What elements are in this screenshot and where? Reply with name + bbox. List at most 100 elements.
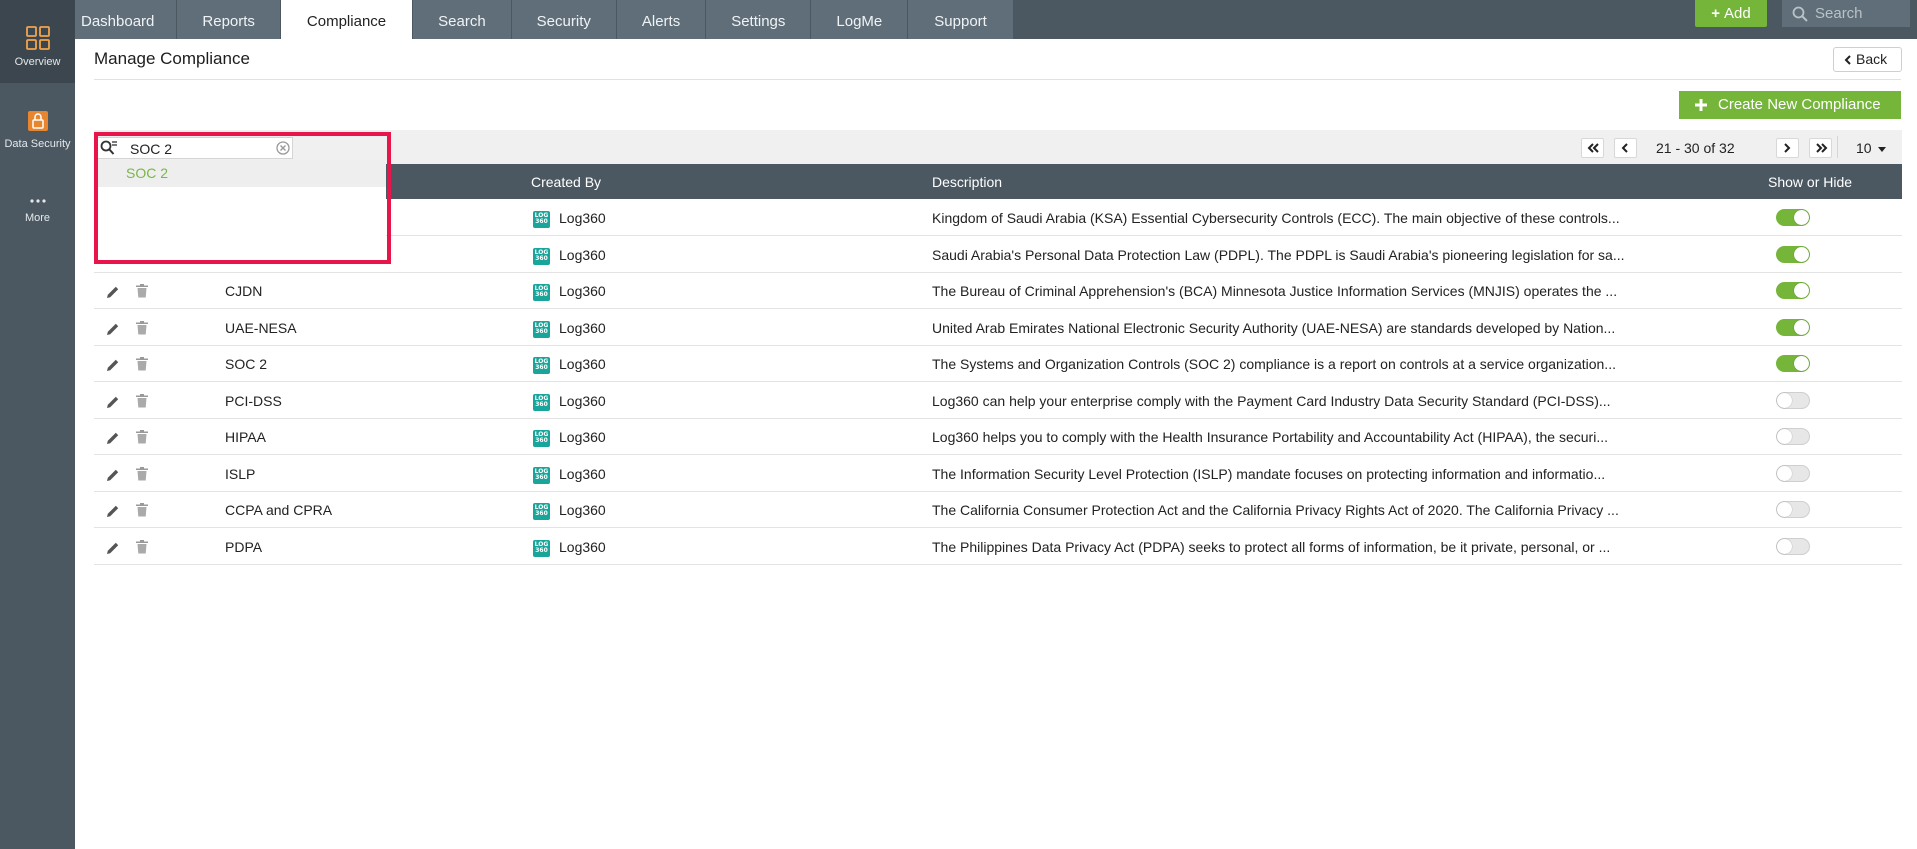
delete-icon[interactable] — [136, 540, 148, 554]
add-button[interactable]: + Add — [1695, 0, 1767, 27]
table-row: HIPAA LOG 360 Log360 Log360 helps you to com… — [94, 419, 1902, 455]
top-nav-bar: Dashboard Reports Compliance Search Secu… — [75, 0, 1917, 39]
log360-logo-icon: LOG 360 — [533, 211, 550, 228]
tab-alerts[interactable]: Alerts — [616, 0, 707, 39]
delete-icon[interactable] — [136, 357, 148, 371]
compliance-description: Log360 helps you to comply with the Heal… — [932, 429, 1608, 445]
compliance-description: The Bureau of Criminal Apprehension's (B… — [932, 283, 1618, 299]
created-by: Log360 — [559, 502, 606, 518]
created-by: Log360 — [559, 283, 606, 299]
add-button-label: Add — [1724, 5, 1751, 22]
delete-icon[interactable] — [136, 394, 148, 408]
compliance-name[interactable]: CCPA and CPRA — [225, 502, 332, 518]
highlight-box — [94, 132, 391, 264]
tab-compliance[interactable]: Compliance — [280, 0, 414, 39]
page-size-select[interactable]: 10 — [1856, 140, 1887, 156]
tab-dashboard[interactable]: Dashboard — [75, 0, 178, 39]
edit-icon[interactable] — [106, 358, 120, 372]
tab-reports[interactable]: Reports — [177, 0, 281, 39]
compliance-name[interactable]: UAE-NESA — [225, 320, 297, 336]
show-hide-toggle[interactable] — [1776, 246, 1810, 263]
previous-page-button[interactable] — [1614, 138, 1637, 158]
compliance-description: The California Consumer Protection Act a… — [932, 502, 1619, 518]
back-button-label: Back — [1856, 51, 1888, 67]
tab-security[interactable]: Security — [511, 0, 617, 39]
column-header-created-by[interactable]: Created By — [531, 174, 601, 190]
plus-icon: + — [1711, 5, 1721, 22]
created-by: Log360 — [559, 210, 606, 226]
tab-logme[interactable]: LogMe — [811, 0, 909, 39]
compliance-name[interactable]: SOC 2 — [225, 356, 267, 372]
edit-icon[interactable] — [106, 504, 120, 518]
compliance-description: The Systems and Organization Controls (S… — [932, 356, 1616, 372]
compliance-description: United Arab Emirates National Electronic… — [932, 320, 1616, 336]
tab-settings[interactable]: Settings — [706, 0, 812, 39]
tab-support[interactable]: Support — [908, 0, 1014, 39]
show-hide-toggle[interactable] — [1776, 501, 1810, 518]
data-security-icon — [27, 111, 48, 131]
show-hide-toggle[interactable] — [1776, 282, 1810, 299]
chevron-left-icon — [1844, 55, 1851, 65]
show-hide-toggle[interactable] — [1776, 392, 1810, 409]
compliance-name[interactable]: CJDN — [225, 283, 262, 299]
show-hide-toggle[interactable] — [1776, 355, 1810, 372]
delete-icon[interactable] — [136, 284, 148, 298]
search-icon — [1792, 6, 1808, 22]
compliance-name[interactable]: ISLP — [225, 466, 255, 482]
created-by: Log360 — [559, 429, 606, 445]
tab-search[interactable]: Search — [413, 0, 512, 39]
edit-icon[interactable] — [106, 395, 120, 409]
show-hide-toggle[interactable] — [1776, 465, 1810, 482]
global-search-input[interactable]: Search — [1782, 0, 1910, 27]
rail-item-more[interactable]: More — [0, 196, 75, 236]
delete-icon[interactable] — [136, 321, 148, 335]
compliance-name[interactable]: PCI-DSS — [225, 393, 282, 409]
next-page-button[interactable] — [1776, 138, 1799, 158]
log360-logo-icon: LOG 360 — [533, 357, 550, 374]
caret-down-icon — [1878, 146, 1887, 152]
back-button[interactable]: Back — [1833, 47, 1902, 72]
log360-logo-icon: LOG 360 — [533, 321, 550, 338]
last-page-button[interactable] — [1809, 138, 1832, 158]
show-hide-toggle[interactable] — [1776, 319, 1810, 336]
edit-icon[interactable] — [106, 541, 120, 555]
compliance-description: Kingdom of Saudi Arabia (KSA) Essential … — [932, 210, 1620, 226]
compliance-name[interactable]: HIPAA — [225, 429, 266, 445]
create-button-label: Create New Compliance — [1718, 96, 1881, 113]
rail-label-more: More — [24, 212, 51, 224]
create-new-compliance-button[interactable]: Create New Compliance — [1679, 91, 1901, 119]
show-hide-toggle[interactable] — [1776, 538, 1810, 555]
show-hide-toggle[interactable] — [1776, 428, 1810, 445]
log360-logo-icon: LOG 360 — [533, 394, 550, 411]
column-header-description[interactable]: Description — [932, 174, 1002, 190]
left-rail: Overview Data Security More — [0, 0, 75, 849]
table-row: PCI-DSS LOG 360 Log360 Log360 can help your … — [94, 383, 1902, 419]
toggle-knob — [1794, 283, 1809, 298]
toggle-knob — [1794, 210, 1809, 225]
edit-icon[interactable] — [106, 322, 120, 336]
edit-icon[interactable] — [106, 431, 120, 445]
compliance-name[interactable]: PDPA — [225, 539, 262, 555]
delete-icon[interactable] — [136, 467, 148, 481]
pager-divider — [1837, 136, 1838, 158]
pager-range: 21 - 30 of 32 — [1656, 140, 1735, 156]
log360-logo-icon: LOG 360 — [533, 467, 550, 484]
column-header-show-hide: Show or Hide — [1768, 174, 1853, 190]
edit-icon[interactable] — [106, 468, 120, 482]
toggle-knob — [1777, 539, 1792, 554]
delete-icon[interactable] — [136, 503, 148, 517]
show-hide-toggle[interactable] — [1776, 209, 1810, 226]
table-row: PDPA LOG 360 Log360 The Philippines Data Pri… — [94, 529, 1902, 565]
first-page-button[interactable] — [1581, 138, 1604, 158]
edit-icon[interactable] — [106, 285, 120, 299]
log360-logo-icon: LOG 360 — [533, 540, 550, 557]
chevron-left-icon — [1621, 143, 1628, 153]
compliance-description: The Information Security Level Protectio… — [932, 466, 1606, 482]
rail-item-data-security[interactable]: Data Security — [0, 110, 75, 160]
created-by: Log360 — [559, 356, 606, 372]
table-row: UAE-NESA LOG 360 Log360 United Arab Emirates… — [94, 310, 1902, 346]
rail-label-data-security: Data Security — [4, 138, 71, 150]
delete-icon[interactable] — [136, 430, 148, 444]
rail-item-overview[interactable]: Overview — [0, 0, 75, 83]
log360-logo-icon: LOG 360 — [533, 503, 550, 520]
